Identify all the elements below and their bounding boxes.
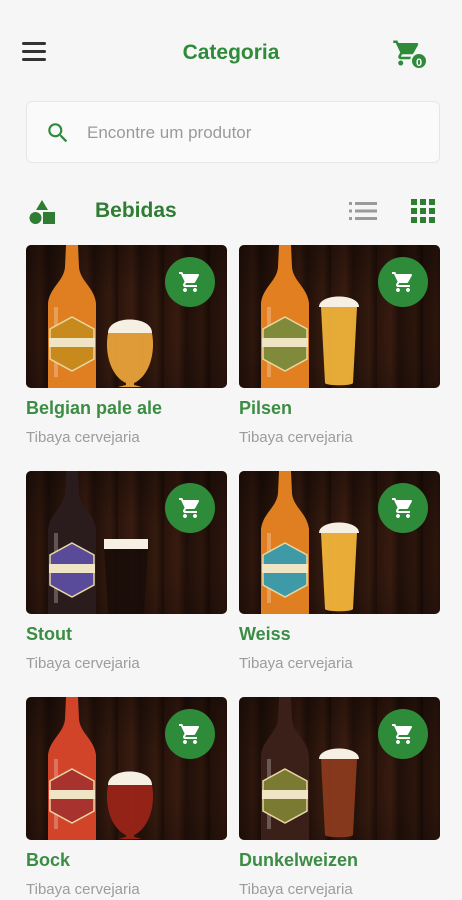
product-brand: Tibaya cervejaria [26,429,140,446]
glass-liquid [104,547,148,614]
search-input[interactable] [87,116,417,150]
product-name[interactable]: Weiss [239,624,291,645]
category-shapes-icon [29,200,55,224]
category-header: Bebidas [0,190,462,234]
add-to-cart-button[interactable] [378,257,428,307]
label-band [262,338,308,347]
label-band [49,790,95,799]
add-to-cart-icon [392,724,413,744]
glass-foam [108,319,152,333]
product-brand: Tibaya cervejaria [26,655,140,672]
product-name[interactable]: Pilsen [239,398,292,419]
glass-foam [319,522,359,533]
add-to-cart-icon [179,498,200,518]
product-name[interactable]: Dunkelweizen [239,850,358,871]
list-view-icon[interactable] [349,200,377,222]
product-name[interactable]: Belgian pale ale [26,398,162,419]
product-name[interactable]: Bock [26,850,70,871]
glass-liquid [321,759,357,838]
glass-liquid [321,533,357,612]
label-band [49,564,95,573]
glass-foam [108,771,152,785]
label-band [49,338,95,347]
product-name[interactable]: Stout [26,624,72,645]
add-to-cart-icon [392,498,413,518]
add-to-cart-button[interactable] [378,483,428,533]
glass-foam [319,748,359,759]
add-to-cart-button[interactable] [165,709,215,759]
product-card[interactable]: Stout Tibaya cervejaria [26,471,227,693]
top-bar: Categoria 0 [0,0,462,100]
glass-foam [319,296,359,307]
add-to-cart-icon [179,272,200,292]
glass-foam [104,539,148,549]
add-to-cart-button[interactable] [165,483,215,533]
add-to-cart-button[interactable] [165,257,215,307]
cart-button[interactable]: 0 [390,38,434,74]
category-title: Bebidas [95,199,177,222]
search-icon [48,123,68,143]
cart-count-badge: 0 [410,52,428,70]
product-card[interactable]: Dunkelweizen Tibaya cervejaria [239,697,440,900]
search-bar[interactable] [26,101,440,163]
add-to-cart-icon [392,272,413,292]
product-card[interactable]: Weiss Tibaya cervejaria [239,471,440,693]
label-band [262,790,308,799]
product-card[interactable]: Bock Tibaya cervejaria [26,697,227,900]
add-to-cart-icon [179,724,200,744]
product-card[interactable]: Pilsen Tibaya cervejaria [239,245,440,467]
product-brand: Tibaya cervejaria [239,429,353,446]
glass-liquid [321,307,357,386]
label-band [262,564,308,573]
add-to-cart-button[interactable] [378,709,428,759]
product-brand: Tibaya cervejaria [26,881,140,898]
product-brand: Tibaya cervejaria [239,881,353,898]
product-card[interactable]: Belgian pale ale Tibaya cervejaria [26,245,227,467]
glass-liquid [106,785,154,839]
grid-view-icon[interactable] [411,199,435,223]
product-brand: Tibaya cervejaria [239,655,353,672]
glass-liquid [106,333,154,387]
